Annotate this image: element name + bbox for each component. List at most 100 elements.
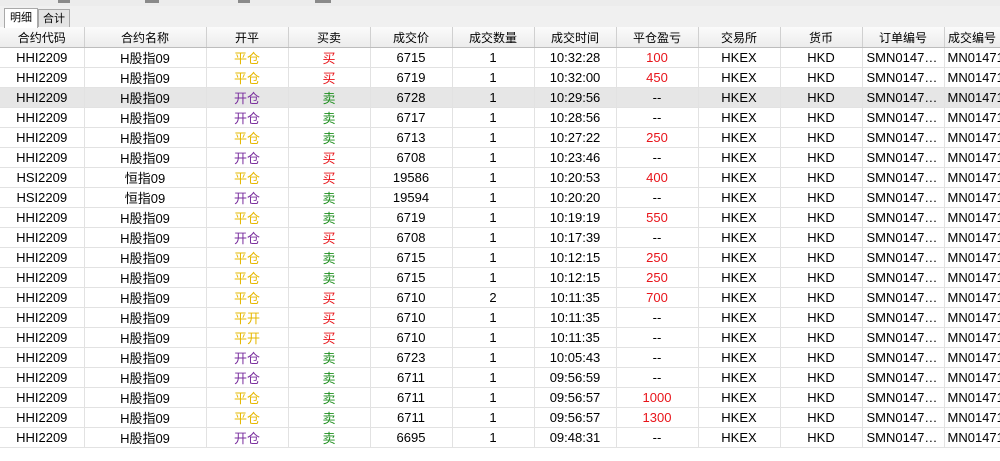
cell-order-id: SMN01471... [862,227,945,248]
column-header-close-pnl[interactable]: 平仓盈亏 [616,27,699,48]
table-row[interactable]: HHI2209 H股指09 平仓卖 6713 1 10:27:22 250 HKEX HKD SM… [0,127,1000,148]
tab-bar: 明细 合计 [0,6,1000,28]
cell-trade-id: MN01471 [944,87,1000,108]
column-header-buy-sell[interactable]: 买卖 [288,27,371,48]
table-row[interactable]: HHI2209 H股指09 平仓买 6715 1 10:32:28 100 HKEX HKD SM… [0,47,1000,68]
table-row[interactable]: HHI2209 H股指09 平仓买 6719 1 10:32:00 450 HKEX HKD SM… [0,67,1000,88]
cell-trade-id: MN01471 [944,387,1000,408]
cell-quantity: 1 [452,307,535,328]
tab-summary[interactable]: 合计 [38,9,70,27]
cell-currency: HKD [780,67,863,88]
cell-price: 6711 [370,387,453,408]
column-header-order-id[interactable]: 订单编号 [862,27,945,48]
cell-price: 6715 [370,247,453,268]
cell-time: 10:23:46 [534,147,617,168]
table-row[interactable]: HHI2209 H股指09 平开买 6710 1 10:11:35 -- HKEX HKD SMN… [0,327,1000,348]
table-row[interactable]: HHI2209 H股指09 平仓卖 6719 1 10:19:19 550 HKEX HKD SM… [0,207,1000,228]
cell-quantity: 1 [452,147,535,168]
cell-open-close: 平仓 [206,167,289,188]
cell-close-pnl: 700 [616,287,699,308]
cell-contract-name: H股指09 [84,327,207,348]
cell-quantity: 1 [452,427,535,448]
table-row[interactable]: HHI2209 H股指09 平仓卖 6715 1 10:12:15 250 HKEX HKD SM… [0,267,1000,288]
cell-currency: HKD [780,127,863,148]
table-row[interactable]: HHI2209 H股指09 平仓卖 6711 1 09:56:57 1300 HKEX HKD S… [0,407,1000,428]
column-header-price[interactable]: 成交价 [370,27,453,48]
toolbar-fragment [315,0,331,3]
column-header-open-close[interactable]: 开平 [206,27,289,48]
cell-close-pnl: -- [616,367,699,388]
table-row[interactable]: HHI2209 H股指09 开仓卖 6728 1 10:29:56 -- HKEX HKD SMN… [0,87,1000,108]
table-row[interactable]: HSI2209 恒指09 平仓买 19586 1 10:20:53 400 HKEX HKD SM… [0,167,1000,188]
cell-buy-sell: 卖 [288,367,371,388]
table-row[interactable]: HSI2209 恒指09 开仓卖 19594 1 10:20:20 -- HKEX HKD SMN… [0,187,1000,208]
cell-time: 10:20:20 [534,187,617,208]
cell-trade-id: MN01471 [944,127,1000,148]
cell-open-close: 平仓 [206,387,289,408]
cell-order-id: SMN01471... [862,167,945,188]
cell-currency: HKD [780,247,863,268]
cell-trade-id: MN01471 [944,167,1000,188]
cell-exchange: HKEX [698,107,781,128]
table-row[interactable]: HHI2209 H股指09 开仓卖 6717 1 10:28:56 -- HKEX HKD SMN… [0,107,1000,128]
table-row[interactable]: HHI2209 H股指09 平仓卖 6711 1 09:56:57 1000 HKEX HKD S… [0,387,1000,408]
table-row[interactable]: HHI2209 H股指09 平开买 6710 1 10:11:35 -- HKEX HKD SMN… [0,307,1000,328]
cell-contract-code: HHI2209 [0,107,85,128]
column-header-contract-name[interactable]: 合约名称 [84,27,207,48]
cell-contract-code: HHI2209 [0,407,85,428]
cell-price: 6708 [370,227,453,248]
cell-time: 10:05:43 [534,347,617,368]
cell-quantity: 1 [452,267,535,288]
cell-contract-code: HHI2209 [0,207,85,228]
column-header-quantity[interactable]: 成交数量 [452,27,535,48]
cell-contract-name: H股指09 [84,387,207,408]
cell-close-pnl: 1000 [616,387,699,408]
cell-contract-code: HHI2209 [0,387,85,408]
cell-buy-sell: 卖 [288,187,371,208]
cell-exchange: HKEX [698,307,781,328]
cell-contract-code: HHI2209 [0,227,85,248]
cell-open-close: 平仓 [206,407,289,428]
cell-buy-sell: 卖 [288,427,371,448]
cell-quantity: 1 [452,87,535,108]
column-header-time[interactable]: 成交时间 [534,27,617,48]
cell-exchange: HKEX [698,127,781,148]
cell-exchange: HKEX [698,287,781,308]
cell-quantity: 1 [452,247,535,268]
cell-quantity: 2 [452,287,535,308]
cell-exchange: HKEX [698,67,781,88]
column-header-trade-id[interactable]: 成交编号 [944,27,1000,48]
cell-contract-name: H股指09 [84,347,207,368]
column-header-contract-code[interactable]: 合约代码 [0,27,85,48]
cell-price: 6717 [370,107,453,128]
cell-order-id: SMN01471... [862,87,945,108]
column-header-currency[interactable]: 货币 [780,27,863,48]
cell-buy-sell: 买 [288,167,371,188]
cell-close-pnl: -- [616,227,699,248]
table-header-row: 合约代码 合约名称 开平 买卖 成交价 成交数量 成交时间 平仓盈亏 交易所 货… [0,27,1000,48]
table-row[interactable]: HHI2209 H股指09 开仓卖 6695 1 09:48:31 -- HKEX HKD SMN… [0,427,1000,448]
cell-order-id: SMN01471... [862,307,945,328]
cell-close-pnl: -- [616,307,699,328]
cell-price: 6719 [370,67,453,88]
cell-time: 09:48:31 [534,427,617,448]
table-row[interactable]: HHI2209 H股指09 开仓卖 6723 1 10:05:43 -- HKEX HKD SMN… [0,347,1000,368]
cell-order-id: SMN01471... [862,347,945,368]
tab-details[interactable]: 明细 [4,8,38,28]
table-row[interactable]: HHI2209 H股指09 开仓买 6708 1 10:23:46 -- HKEX HKD SMN… [0,147,1000,168]
cell-contract-name: H股指09 [84,427,207,448]
cell-time: 10:17:39 [534,227,617,248]
cell-quantity: 1 [452,47,535,68]
table-row[interactable]: HHI2209 H股指09 平仓卖 6715 1 10:12:15 250 HKEX HKD SM… [0,247,1000,268]
cell-exchange: HKEX [698,87,781,108]
cell-quantity: 1 [452,327,535,348]
table-row[interactable]: HHI2209 H股指09 平仓买 6710 2 10:11:35 700 HKEX HKD SM… [0,287,1000,308]
table-row[interactable]: HHI2209 H股指09 开仓卖 6711 1 09:56:59 -- HKEX HKD SMN… [0,367,1000,388]
column-header-exchange[interactable]: 交易所 [698,27,781,48]
cell-currency: HKD [780,107,863,128]
cell-order-id: SMN01471... [862,207,945,228]
cell-trade-id: MN01471 [944,407,1000,428]
table-row[interactable]: HHI2209 H股指09 开仓买 6708 1 10:17:39 -- HKEX HKD SMN… [0,227,1000,248]
cell-currency: HKD [780,367,863,388]
cell-quantity: 1 [452,187,535,208]
